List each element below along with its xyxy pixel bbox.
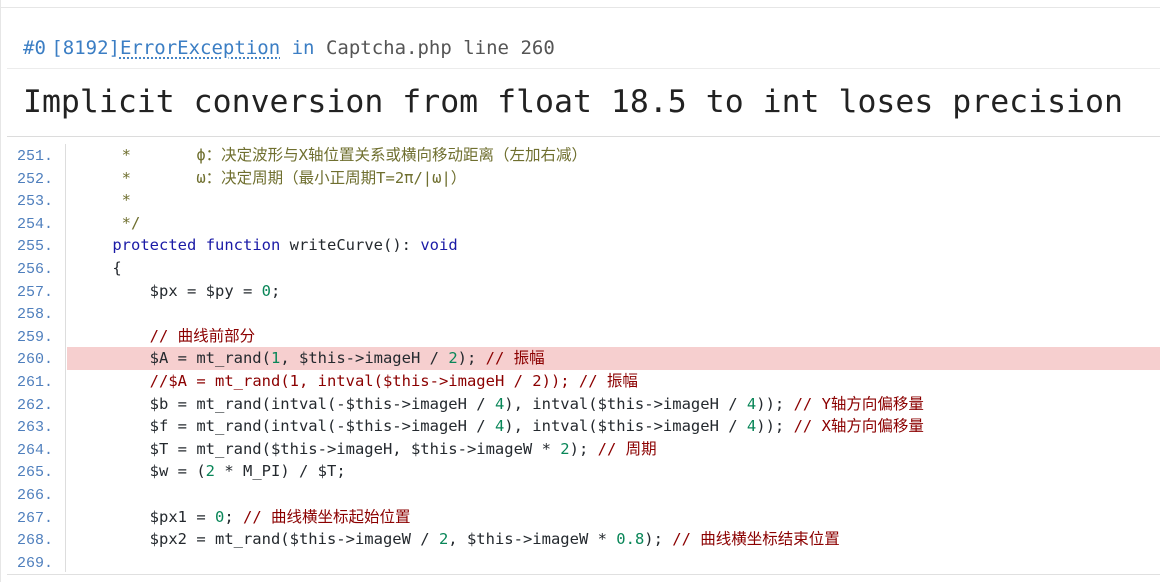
line-number: 264. bbox=[17, 441, 54, 459]
line-number: 267. bbox=[17, 509, 54, 527]
line-number: 259. bbox=[17, 328, 54, 346]
line-word: line bbox=[463, 37, 509, 59]
code-line: 257. $px = $py = 0; bbox=[7, 280, 1160, 303]
line-number: 269. bbox=[17, 554, 54, 572]
code-line: 262. $b = mt_rand(intval(-$this->imageH … bbox=[7, 393, 1160, 416]
code-text: $A = mt_rand(1, $this->imageH / 2); // 振… bbox=[103, 349, 545, 368]
line-number: 253. bbox=[17, 193, 54, 211]
code-text: //$A = mt_rand(1, intval($this->imageH /… bbox=[149, 371, 638, 390]
exception-header: #0 [8192]ErrorException in Captcha.php l… bbox=[23, 34, 555, 62]
code-line: 252. * ω：决定周期（最小正周期T=2π/|ω|） bbox=[7, 167, 1160, 190]
line-number: 252. bbox=[17, 170, 54, 188]
line-number: 263. bbox=[17, 419, 54, 437]
line-number: 257. bbox=[17, 283, 54, 301]
line-number: 260 bbox=[520, 37, 555, 59]
code-line: 258. bbox=[7, 302, 1160, 325]
code-text: $px = $py = 0; bbox=[103, 281, 281, 300]
line-number: 258. bbox=[17, 306, 54, 324]
header-divider bbox=[7, 68, 1160, 69]
code-line: 267. $px1 = 0; // 曲线横坐标起始位置 bbox=[7, 506, 1160, 529]
code-line: 268. $px2 = mt_rand($this->imageW / 2, $… bbox=[7, 528, 1160, 551]
code-text: * ϕ：决定波形与X轴位置关系或横向移动距离（左加右减） bbox=[103, 146, 587, 164]
line-number: 251. bbox=[17, 148, 54, 165]
source-code-block: 251. * ϕ：决定波形与X轴位置关系或横向移动距离（左加右减） 252. * … bbox=[7, 144, 1160, 573]
code-line: 263. $f = mt_rand(intval(-$this->imageH … bbox=[7, 415, 1160, 438]
code-text: $T = mt_rand($this->imageH, $this->image… bbox=[103, 439, 657, 458]
code-lines: 251. * ϕ：决定波形与X轴位置关系或横向移动距离（左加右减） 252. * … bbox=[7, 144, 1160, 573]
line-number: 260. bbox=[17, 351, 54, 369]
line-number: 255. bbox=[17, 238, 54, 256]
code-text: $px1 = 0; // 曲线横坐标起始位置 bbox=[103, 507, 411, 526]
code-line: 259. // 曲线前部分 bbox=[7, 325, 1160, 348]
message-divider bbox=[7, 136, 1160, 137]
exception-message: Implicit conversion from float 18.5 to i… bbox=[23, 84, 1123, 120]
code-bottom-border bbox=[7, 574, 1160, 575]
code-line: 251. * ϕ：决定波形与X轴位置关系或横向移动距离（左加右减） bbox=[7, 144, 1160, 167]
file-name: Captcha.php bbox=[325, 37, 452, 59]
code-line-highlighted: 260. $A = mt_rand(1, $this->imageH / 2);… bbox=[17, 347, 1160, 370]
code-line: 261. //$A = mt_rand(1, intval($this->ima… bbox=[7, 370, 1160, 393]
panel-top-border bbox=[1, 7, 1160, 8]
line-number: 262. bbox=[17, 396, 54, 414]
error-panel: #0 [8192]ErrorException in Captcha.php l… bbox=[0, 0, 1160, 582]
line-number: 261. bbox=[17, 373, 54, 391]
code-line: 264. $T = mt_rand($this->imageH, $this->… bbox=[7, 438, 1160, 461]
code-text: * ω：决定周期（最小正周期T=2π/|ω|） bbox=[103, 168, 467, 187]
code-text: $px2 = mt_rand($this->imageW / 2, $this-… bbox=[103, 530, 840, 549]
code-text: $f = mt_rand(intval(-$this->imageH / 4),… bbox=[103, 417, 924, 436]
code-line: 265. $w = (2 * M_PI) / $T; bbox=[7, 460, 1160, 483]
code-line: 253. * bbox=[7, 189, 1160, 212]
line-number: 265. bbox=[17, 464, 54, 482]
line-number: 266. bbox=[17, 486, 54, 504]
code-line: 256. { bbox=[7, 257, 1160, 280]
line-number: 268. bbox=[17, 532, 54, 550]
exception-class-link[interactable]: ErrorException bbox=[120, 37, 280, 59]
code-text: $w = (2 * M_PI) / $T; bbox=[103, 462, 346, 481]
code-line: 269. bbox=[7, 551, 1160, 574]
code-text: // 曲线前部分 bbox=[149, 326, 256, 345]
frame-index: #0 bbox=[23, 37, 46, 59]
code-line: 254. */ bbox=[7, 212, 1160, 235]
line-number: 256. bbox=[17, 260, 54, 278]
in-word: in bbox=[291, 37, 315, 59]
line-number: 254. bbox=[17, 215, 54, 233]
error-code: [8192] bbox=[51, 37, 120, 59]
code-text: * bbox=[103, 191, 131, 210]
code-text: */ bbox=[103, 213, 141, 232]
code-text: { bbox=[103, 258, 122, 277]
code-text: $b = mt_rand(intval(-$this->imageH / 4),… bbox=[103, 394, 924, 413]
code-line: 255. protected function writeCurve(): vo… bbox=[7, 234, 1160, 257]
code-text: protected function writeCurve(): void bbox=[112, 236, 458, 255]
code-line: 266. bbox=[7, 483, 1160, 506]
